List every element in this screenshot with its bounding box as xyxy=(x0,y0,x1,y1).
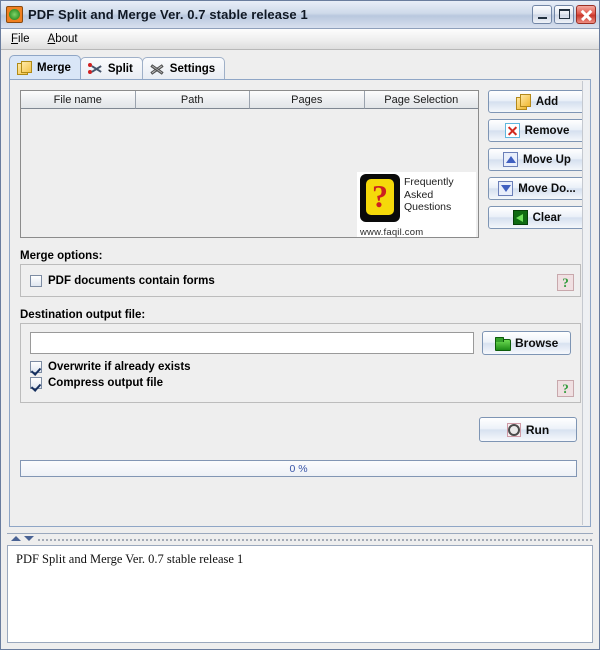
run-area: Run xyxy=(20,417,586,442)
forms-checkbox-label: PDF documents contain forms xyxy=(48,274,215,287)
destination-label: Destination output file: xyxy=(20,309,146,321)
clear-arrow-icon xyxy=(512,210,528,225)
menu-item-about[interactable]: About xyxy=(46,32,80,46)
remove-x-icon xyxy=(504,123,520,138)
merge-options-label: Merge options: xyxy=(20,250,103,262)
faq-url[interactable]: www.faqil.com xyxy=(360,227,423,237)
compress-checkbox-row[interactable]: Compress output file xyxy=(30,377,571,389)
run-button[interactable]: Run xyxy=(479,417,577,442)
pdfsam-icon xyxy=(6,6,23,23)
overwrite-checkbox-row[interactable]: Overwrite if already exists xyxy=(30,361,571,373)
progress-bar: 0 % xyxy=(20,460,577,477)
file-table[interactable]: File name Path Pages Page Selection ? Fr… xyxy=(20,90,479,238)
file-table-header: File name Path Pages Page Selection xyxy=(21,91,478,109)
gear-icon xyxy=(506,422,521,437)
add-pages-icon xyxy=(515,94,531,110)
faq-text: Frequently Asked Questions xyxy=(400,174,454,214)
clear-button-label: Clear xyxy=(532,211,562,224)
browse-button-label: Browse xyxy=(514,336,559,350)
forms-checkbox-row[interactable]: PDF documents contain forms xyxy=(30,274,215,287)
panel-scrollbar[interactable] xyxy=(582,81,589,525)
column-header-path[interactable]: Path xyxy=(135,91,250,109)
browse-button[interactable]: Browse xyxy=(482,331,571,355)
compress-checkbox[interactable] xyxy=(30,377,42,389)
help-question-icon[interactable]: ? xyxy=(557,274,574,291)
maximize-icon xyxy=(559,9,570,19)
triangle-up-icon[interactable] xyxy=(11,536,21,541)
tab-bar: Merge Split Settings xyxy=(1,54,599,79)
file-list-row: File name Path Pages Page Selection ? Fr… xyxy=(20,90,586,238)
splitter-handle[interactable] xyxy=(7,533,593,543)
run-button-label: Run xyxy=(525,422,550,437)
remove-button-label: Remove xyxy=(524,124,570,137)
triangle-down-icon[interactable] xyxy=(24,536,34,541)
wrench-screwdriver-icon xyxy=(150,62,165,76)
minimize-icon xyxy=(538,17,547,19)
progress-text: 0 % xyxy=(289,462,308,475)
destination-group: Browse Overwrite if already exists Compr… xyxy=(20,323,581,403)
tab-merge[interactable]: Merge xyxy=(9,55,81,79)
close-icon xyxy=(577,6,595,23)
move-down-icon xyxy=(498,181,514,196)
move-up-button[interactable]: Move Up xyxy=(488,148,586,171)
add-button-label: Add xyxy=(535,95,559,108)
move-up-button-label: Move Up xyxy=(523,153,571,166)
tab-merge-label: Merge xyxy=(37,61,71,74)
splitter-grip[interactable] xyxy=(37,536,593,541)
close-button[interactable] xyxy=(576,5,596,24)
destination-row: Browse xyxy=(30,331,571,355)
tab-settings[interactable]: Settings xyxy=(141,57,226,79)
clear-button[interactable]: Clear xyxy=(488,206,586,229)
split-scissors-icon xyxy=(87,62,103,76)
file-action-buttons: Add Remove Move Up Move Do... Clear xyxy=(488,90,586,229)
faq-line-1: Frequently xyxy=(404,176,454,188)
add-button[interactable]: Add xyxy=(488,90,586,113)
application-window: PDF Split and Merge Ver. 0.7 stable rele… xyxy=(0,0,600,650)
merge-pages-icon xyxy=(17,60,32,75)
move-down-button-label: Move Do... xyxy=(518,182,576,195)
merge-panel: File name Path Pages Page Selection ? Fr… xyxy=(9,79,591,527)
file-table-body[interactable]: ? Frequently Asked Questions www.faqil.c… xyxy=(21,109,478,237)
destination-input[interactable] xyxy=(30,332,475,354)
title-bar: PDF Split and Merge Ver. 0.7 stable rele… xyxy=(1,1,599,29)
faq-line-3: Questions xyxy=(404,201,452,213)
window-controls xyxy=(532,5,596,24)
log-line: PDF Split and Merge Ver. 0.7 stable rele… xyxy=(16,552,244,566)
faq-question-mark-icon: ? xyxy=(360,174,400,222)
maximize-button[interactable] xyxy=(554,5,574,24)
move-down-button[interactable]: Move Do... xyxy=(488,177,586,200)
move-up-icon xyxy=(503,152,519,167)
column-header-page-selection[interactable]: Page Selection xyxy=(364,91,478,109)
window-title: PDF Split and Merge Ver. 0.7 stable rele… xyxy=(28,7,308,22)
tab-settings-label: Settings xyxy=(169,62,216,75)
tab-split[interactable]: Split xyxy=(79,57,143,79)
faq-question-glyph: ? xyxy=(372,178,388,214)
column-header-file-name[interactable]: File name xyxy=(21,91,136,109)
merge-options-group: PDF documents contain forms ? xyxy=(20,264,581,297)
log-panel[interactable]: PDF Split and Merge Ver. 0.7 stable rele… xyxy=(7,545,593,643)
help-question-icon-destination[interactable]: ? xyxy=(557,380,574,397)
overwrite-checkbox[interactable] xyxy=(30,361,42,373)
menu-item-file[interactable]: File xyxy=(9,32,32,46)
overwrite-checkbox-label: Overwrite if already exists xyxy=(48,361,191,373)
faq-line-2: Asked xyxy=(404,188,434,201)
tab-split-label: Split xyxy=(107,62,133,75)
column-header-pages[interactable]: Pages xyxy=(250,91,365,109)
open-folder-icon xyxy=(494,336,511,351)
compress-checkbox-label: Compress output file xyxy=(48,377,164,389)
faq-banner[interactable]: ? Frequently Asked Questions www.faqil.c… xyxy=(357,172,476,237)
forms-checkbox[interactable] xyxy=(30,274,42,287)
minimize-button[interactable] xyxy=(532,5,552,24)
remove-button[interactable]: Remove xyxy=(488,119,586,142)
menu-bar: File About xyxy=(1,29,599,50)
